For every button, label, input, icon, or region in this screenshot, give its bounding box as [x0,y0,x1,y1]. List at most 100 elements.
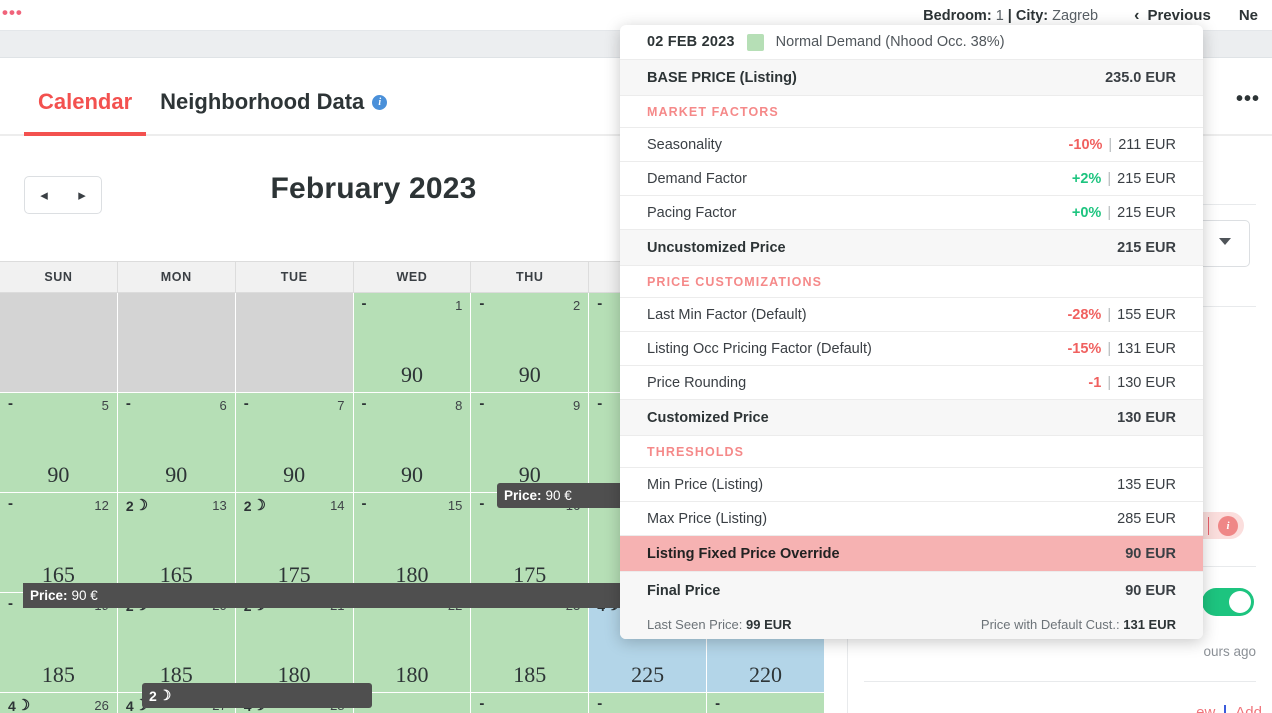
popover-footer: Last Seen Price: 99 EUR Price with Defau… [620,609,1203,639]
info-icon[interactable]: i [372,94,388,110]
factor-amount: 211 EUR [1118,136,1176,153]
factor-percent: -28% [1067,306,1102,323]
min-nights-indicator: 4☽ [8,698,30,713]
calendar-day-cell[interactable]: -23185 [471,593,590,693]
factor-label: Price Rounding [647,374,747,391]
min-nights-ribbon[interactable]: 2 ☽ [142,683,372,708]
value-separator: | [1103,170,1116,187]
factor-percent: -10% [1068,136,1103,153]
factor-percent: +0% [1071,204,1102,221]
factor-value: -15% | 131 EUR [1067,341,1176,357]
value-separator: | [1103,204,1116,221]
day-number: 14 [330,498,345,513]
min-nights-placeholder: - [8,495,13,512]
city-value: Zagreb [1052,7,1099,24]
factor-value: +0% | 215 EUR [1072,205,1176,221]
day-of-week-tue: TUE [236,262,354,292]
previous-label: Previous [1147,7,1211,24]
overflow-menu-icon[interactable]: ••• [1236,89,1260,109]
cell-header: - [479,696,580,711]
calendar-day-cell[interactable]: -19185 [0,593,118,693]
final-price-value: 90 EUR [1125,582,1176,599]
price-ribbon-label: Price: [504,488,542,503]
day-price: 185 [513,662,547,687]
calendar-day-cell[interactable]: -12 165 [0,493,118,593]
value-separator: | [1103,374,1116,391]
demand-label: Normal Demand (Nhood Occ. 38%) [775,34,1005,50]
day-of-week-mon: MON [118,262,236,292]
min-nights-indicator: 2☽ [126,498,148,513]
previous-button[interactable]: ‹ Previous [1120,7,1225,25]
day-price: 90 [165,462,188,487]
popover-sections: MARKET FACTORS Seasonality -10% | 211 EUR D… [620,96,1203,436]
tab-neighborhood-data-label: Neighborhood Data [160,89,365,114]
calendar-day-cell[interactable]: 2☽20185 [117,593,236,693]
bedroom-value: 1 [995,7,1004,24]
calendar-day-cell[interactable]: -22180 [353,593,472,693]
min-nights-placeholder: - [361,495,367,512]
tab-list: Calendar Neighborhood Data i [24,89,401,136]
calendar-day-cell[interactable]: -8 90 [353,393,472,493]
min-nights-placeholder: - [243,395,249,412]
calendar-day-cell[interactable]: - [589,693,708,713]
cell-header: 2 ☽ 13 [126,498,227,513]
min-nights-placeholder: - [361,395,367,412]
cell-header: -1 [362,296,463,313]
calendar-day-cell[interactable]: -7 90 [235,393,354,493]
calendar-cell-empty [235,293,354,393]
thresholds-rows: Min Price (Listing) 135 EUR Max Price (Lis… [620,468,1203,536]
calendar-day-cell[interactable]: 4 ☽ 26 [0,693,118,713]
threshold-value: 285 EUR [1117,510,1176,527]
calendar-day-cell[interactable]: -1 90 [353,293,472,393]
calendar-day-cell[interactable]: 2☽21180 [235,593,354,693]
calendar-day-cell[interactable]: 2 ☽ 14 175 [235,493,354,593]
subtotal-value: 130 EUR [1117,409,1176,426]
calendar-day-cell[interactable]: - [707,693,825,713]
popover-factor-row: Pacing Factor +0% | 215 EUR [620,196,1203,230]
warning-info-icon[interactable]: i [1218,515,1238,536]
tab-calendar-label: Calendar [38,89,133,114]
day-number: 5 [101,398,109,413]
moon-icon: ☽ [134,497,149,514]
next-button[interactable]: Ne [1225,7,1272,24]
cell-header: - [597,696,698,711]
calendar-day-cell[interactable]: - [471,693,590,713]
popover-factor-row: Demand Factor +2% | 215 EUR [620,162,1203,196]
cell-header: 2 ☽ 14 [244,498,345,513]
calendar-day-cell[interactable]: -16175 [471,493,590,593]
factor-value: -28% | 155 EUR [1067,307,1176,323]
default-cust-value: 131 EUR [1123,616,1176,632]
min-nights-indicator: 2☽ [244,498,266,513]
cell-header: - [715,696,816,711]
calendar-day-cell[interactable]: -6 90 [117,393,236,493]
calendar-day-cell[interactable]: 2 ☽ 13 165 [117,493,236,593]
popover-subtotal-row: Uncustomized Price 215 EUR [620,230,1203,266]
cell-header: 4 ☽ 26 [8,698,109,713]
view-link[interactable]: ew [1196,704,1215,713]
day-number: 9 [572,398,581,413]
chevron-left-icon: ‹ [1134,6,1140,24]
app-menu-dots[interactable]: ••• [2,4,23,21]
day-price: 90 [400,462,423,487]
thresholds-section-title: THRESHOLDS [620,436,1203,468]
calendar-day-cell[interactable]: -15 180 [353,493,472,593]
cell-header: -7 [243,395,345,413]
last-updated-text: ours ago [1203,644,1256,659]
calendar-day-cell[interactable]: -9 90 [471,393,590,493]
sidebar-toggle-switch[interactable] [1202,588,1254,616]
subtotal-label: Customized Price [647,409,769,426]
min-nights-value: 2 [125,497,134,514]
price-ribbon-label: Price: [30,588,68,603]
calendar-day-cell[interactable]: -5 90 [0,393,118,493]
price-ribbon-value: 90 € [71,588,98,603]
fixed-price-override-row: Listing Fixed Price Override 90 EUR [620,536,1203,572]
add-link[interactable]: Add [1235,704,1262,713]
cell-header: -5 [8,396,109,413]
last-seen-label: Last Seen Price: [647,616,743,632]
context-divider: | [1007,7,1012,24]
calendar-day-cell[interactable]: -2 90 [471,293,590,393]
tab-neighborhood-data[interactable]: Neighborhood Data i [146,89,401,136]
day-number: 13 [212,498,227,513]
price-ribbon[interactable]: Price: 90 € [23,583,643,608]
tab-calendar[interactable]: Calendar [24,89,147,136]
